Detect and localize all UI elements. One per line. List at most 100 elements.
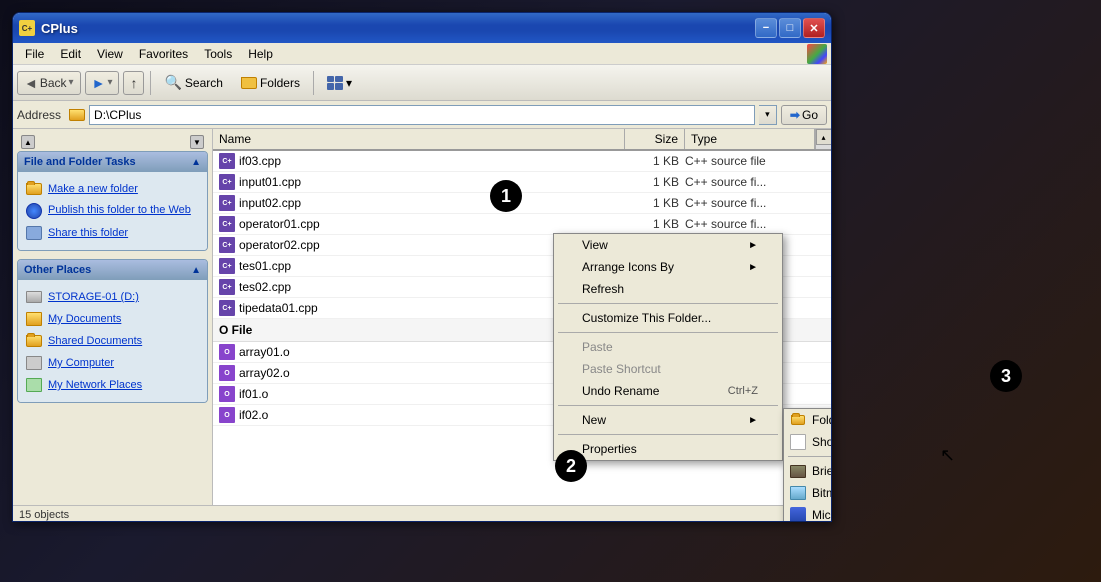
my-network-link[interactable]: My Network Places: [24, 374, 201, 396]
ctx-sep-3: [558, 405, 778, 406]
sub-folder[interactable]: Folder: [784, 409, 832, 431]
left-panel: ▲ ▼ File and Folder Tasks ▲ Mak: [13, 129, 213, 505]
ctx-view[interactable]: View ►: [554, 234, 782, 256]
make-folder-icon: [26, 181, 42, 197]
col-name-header[interactable]: Name: [213, 129, 625, 149]
address-label: Address: [17, 108, 65, 122]
go-button[interactable]: ➡ Go: [781, 105, 827, 125]
my-documents-link[interactable]: My Documents: [24, 308, 201, 330]
windows-logo: [807, 44, 827, 64]
back-button[interactable]: ◄ Back ▾: [17, 71, 81, 95]
menu-favorites[interactable]: Favorites: [131, 45, 196, 63]
toolbar-separator-1: [150, 71, 151, 95]
sub-bitmap[interactable]: Bitmap Image: [784, 482, 832, 504]
go-arrow-icon: ➡: [790, 108, 800, 122]
panel-scroll-up[interactable]: ▲: [21, 135, 35, 149]
window-icon: C+: [19, 20, 35, 36]
status-text: 15 objects: [19, 509, 69, 521]
menu-file[interactable]: File: [17, 45, 52, 63]
sub-shortcut-icon: [788, 434, 808, 450]
minimize-button[interactable]: −: [755, 18, 777, 38]
fwd-dropdown-arrow: ▾: [107, 77, 112, 88]
folders-icon: [241, 77, 257, 89]
sub-word-icon: [788, 507, 808, 522]
o-file-icon: O: [219, 365, 235, 381]
sub-briefcase-icon: [788, 463, 808, 479]
ctx-new[interactable]: New ►: [554, 409, 782, 431]
section-collapse-icon: ▲: [191, 157, 201, 168]
ctx-sep-1: [558, 303, 778, 304]
file-folder-tasks-header[interactable]: File and Folder Tasks ▲: [18, 152, 207, 172]
make-new-folder-link[interactable]: Make a new folder: [24, 178, 201, 200]
file-row-operator01[interactable]: C+ operator01.cpp 1 KB C++ source fi...: [213, 214, 831, 235]
cpp-file-icon: C+: [219, 174, 235, 190]
ctx-sep-4: [558, 434, 778, 435]
publish-folder-link[interactable]: Publish this folder to the Web: [24, 200, 201, 222]
shared-documents-link[interactable]: Shared Documents: [24, 330, 201, 352]
menu-view[interactable]: View: [89, 45, 131, 63]
file-folder-tasks-section: File and Folder Tasks ▲ Make a new folde…: [17, 151, 208, 251]
my-computer-link[interactable]: My Computer: [24, 352, 201, 374]
view-button[interactable]: ▾: [320, 72, 359, 94]
other-places-body: STORAGE-01 (D:) My Documents: [18, 280, 207, 402]
explorer-window: C+ CPlus − □ ✕ File Edit View Favorites …: [12, 12, 832, 522]
view-icon: [327, 76, 343, 90]
ctx-view-arrow: ►: [748, 240, 758, 251]
menu-edit[interactable]: Edit: [52, 45, 89, 63]
toolbar: ◄ Back ▾ ► ▾ ↑ 🔍 Search Folders: [13, 65, 831, 101]
other-places-collapse-icon: ▲: [191, 265, 201, 276]
file-row-input01[interactable]: C+ input01.cpp 1 KB C++ source fi...: [213, 172, 831, 193]
file-row-if03[interactable]: C+ if03.cpp 1 KB C++ source file: [213, 151, 831, 172]
ctx-sep-2: [558, 332, 778, 333]
ctx-properties[interactable]: Properties: [554, 438, 782, 460]
ctx-paste[interactable]: Paste: [554, 336, 782, 358]
maximize-button[interactable]: □: [779, 18, 801, 38]
ctx-undo-rename[interactable]: Undo Rename Ctrl+Z: [554, 380, 782, 402]
sub-shortcut[interactable]: Shortcut: [784, 431, 832, 453]
address-dropdown-arrow[interactable]: ▾: [759, 105, 777, 125]
sub-briefcase[interactable]: Briefcase: [784, 460, 832, 482]
cpp-file-icon: C+: [219, 195, 235, 211]
search-button[interactable]: 🔍 Search: [157, 70, 229, 95]
ctx-paste-shortcut[interactable]: Paste Shortcut: [554, 358, 782, 380]
cpp-file-icon: C+: [219, 153, 235, 169]
address-input[interactable]: [89, 105, 755, 125]
cpp-file-icon: C+: [219, 237, 235, 253]
menu-help[interactable]: Help: [240, 45, 281, 63]
col-size-header[interactable]: Size: [625, 129, 685, 149]
menu-tools[interactable]: Tools: [196, 45, 240, 63]
ctx-arrange-icons[interactable]: Arrange Icons By ►: [554, 256, 782, 278]
address-bar: Address ▾ ➡ Go: [13, 101, 831, 129]
badge-2: 2: [555, 450, 587, 482]
title-bar: C+ CPlus − □ ✕: [13, 13, 831, 43]
cpp-file-icon: C+: [219, 216, 235, 232]
ctx-refresh[interactable]: Refresh: [554, 278, 782, 300]
computer-icon: [26, 355, 42, 371]
cpp-file-icon: C+: [219, 300, 235, 316]
sub-word[interactable]: Microsoft Word Document: [784, 504, 832, 522]
o-file-icon: O: [219, 344, 235, 360]
ctx-new-arrow: ►: [748, 415, 758, 426]
back-dropdown-arrow: ▾: [69, 77, 74, 88]
panel-scroll-arrows: ▲ ▼: [17, 133, 208, 151]
ctx-customize[interactable]: Customize This Folder...: [554, 307, 782, 329]
share-folder-link[interactable]: Share this folder: [24, 222, 201, 244]
file-folder-tasks-title: File and Folder Tasks: [24, 156, 136, 168]
up-button[interactable]: ↑: [123, 71, 144, 95]
ctx-arrange-arrow: ►: [748, 262, 758, 273]
col-type-header[interactable]: Type: [685, 129, 815, 149]
file-row-input02[interactable]: C+ input02.cpp 1 KB C++ source fi...: [213, 193, 831, 214]
panel-scroll-down[interactable]: ▼: [190, 135, 204, 149]
forward-button[interactable]: ► ▾: [85, 71, 120, 95]
sub-bitmap-icon: [788, 485, 808, 501]
storage-link[interactable]: STORAGE-01 (D:): [24, 286, 201, 308]
folders-button[interactable]: Folders: [234, 72, 307, 94]
window-title: CPlus: [41, 21, 755, 36]
close-button[interactable]: ✕: [803, 18, 825, 38]
address-folder-icon: [69, 109, 85, 121]
scroll-up-btn[interactable]: ▴: [816, 129, 832, 145]
publish-globe-icon: [26, 203, 42, 219]
o-file-icon: O: [219, 407, 235, 423]
other-places-header[interactable]: Other Places ▲: [18, 260, 207, 280]
scrollbar-up[interactable]: ▴: [815, 129, 831, 149]
